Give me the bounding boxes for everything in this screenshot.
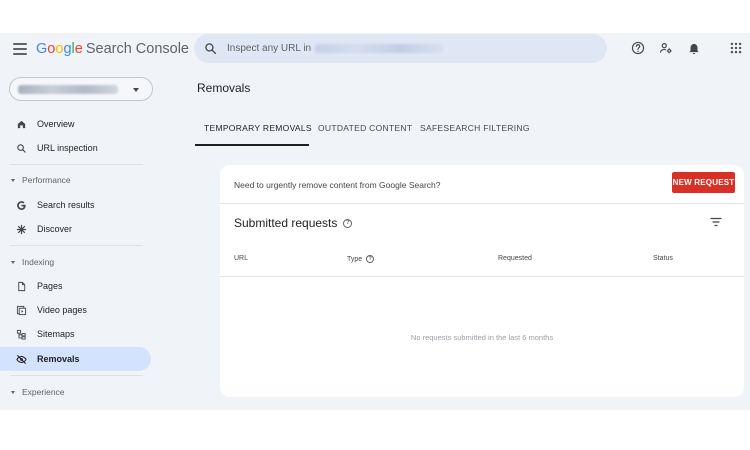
sidebar-item-label: Search results xyxy=(37,200,95,210)
sidebar-item-label: Discover xyxy=(37,224,73,234)
filter-icon[interactable] xyxy=(710,217,722,227)
page-title: Removals xyxy=(197,81,251,95)
asterisk-icon xyxy=(16,224,27,235)
sidebar-item-pages[interactable]: Pages xyxy=(0,274,151,298)
pages-icon xyxy=(16,281,27,292)
search-icon xyxy=(16,143,27,154)
sidebar-item-discover[interactable]: Discover xyxy=(0,217,151,241)
eye-off-icon xyxy=(16,354,27,365)
apps-grid-icon[interactable] xyxy=(729,41,743,55)
manage-users-icon[interactable] xyxy=(659,41,673,55)
section-label: Performance xyxy=(22,175,71,185)
tab-safesearch-filtering[interactable]: SAFESEARCH FILTERING xyxy=(420,123,530,133)
home-icon xyxy=(16,119,27,130)
sidebar-item-label: URL inspection xyxy=(37,143,98,153)
sitemap-icon xyxy=(16,329,27,340)
sidebar-item-label: Pages xyxy=(37,281,63,291)
new-request-button[interactable]: NEW REQUEST xyxy=(672,172,735,193)
sidebar-divider xyxy=(10,375,143,376)
column-label: Status xyxy=(653,255,673,262)
wordmark-letter: g xyxy=(63,41,72,57)
sidebar-item-overview[interactable]: Overview xyxy=(0,112,151,136)
dropdown-caret-icon xyxy=(133,88,139,92)
sidebar-item-label: Sitemaps xyxy=(37,329,75,339)
search-icon xyxy=(205,43,217,55)
redacted-property-name xyxy=(18,85,118,94)
sidebar-divider xyxy=(10,164,143,165)
column-label: Type xyxy=(347,255,363,263)
menu-icon[interactable] xyxy=(13,43,27,55)
tab-temporary-removals[interactable]: TEMPORARY REMOVALS xyxy=(204,123,312,133)
wordmark-letter: e xyxy=(74,41,83,57)
tab-outdated-content[interactable]: OUTDATED CONTENT xyxy=(318,123,412,133)
sidebar-item-label: Overview xyxy=(37,119,75,129)
search-placeholder: Inspect any URL in xyxy=(227,43,312,54)
wordmark-letter: G xyxy=(36,41,48,57)
sidebar-item-removals[interactable]: Removals xyxy=(0,347,151,371)
sidebar-item-search-results[interactable]: Search results xyxy=(0,193,151,217)
table-header-divider xyxy=(220,276,744,277)
removals-card: Need to urgently remove content from Goo… xyxy=(220,165,744,397)
app-frame: Google Search Console Inspect any URL in … xyxy=(0,33,750,410)
help-icon[interactable]: ? xyxy=(366,255,375,263)
help-icon[interactable] xyxy=(631,41,645,55)
sidebar-item-video-pages[interactable]: Video pages xyxy=(0,298,151,322)
url-inspection-search[interactable]: Inspect any URL in xyxy=(194,34,607,63)
video-pages-icon xyxy=(16,305,27,316)
help-icon[interactable]: ? xyxy=(343,218,353,228)
column-label: Requested xyxy=(498,255,532,262)
section-label: Experience xyxy=(22,387,65,397)
submitted-requests-heading: Submitted requests ? xyxy=(234,216,353,230)
section-indexing[interactable]: Indexing xyxy=(11,257,54,267)
product-name: Search Console xyxy=(85,41,189,57)
column-header-url[interactable]: URL xyxy=(234,255,248,262)
active-tab-indicator xyxy=(195,144,309,146)
section-experience[interactable]: Experience xyxy=(11,387,65,397)
search-console-logo[interactable]: Google Search Console xyxy=(36,41,189,57)
urgent-removal-notice: Need to urgently remove content from Goo… xyxy=(234,180,441,190)
property-selector[interactable] xyxy=(9,77,153,101)
subheading-text: Submitted requests xyxy=(234,216,338,230)
sidebar-item-sitemaps[interactable]: Sitemaps xyxy=(0,322,151,346)
section-performance[interactable]: Performance xyxy=(11,175,71,185)
notifications-icon[interactable] xyxy=(687,41,701,55)
sidebar-item-label: Video pages xyxy=(37,305,87,315)
card-divider xyxy=(220,203,744,204)
section-label: Indexing xyxy=(22,257,55,267)
collapse-caret-icon xyxy=(11,178,15,182)
collapse-caret-icon xyxy=(11,390,15,394)
column-label: URL xyxy=(234,255,249,262)
sidebar-item-url-inspection[interactable]: URL inspection xyxy=(0,136,151,160)
column-header-type[interactable]: Type? xyxy=(347,255,375,263)
google-g-icon xyxy=(16,200,27,211)
sidebar-item-label: Removals xyxy=(37,354,80,364)
redacted-property-url xyxy=(315,44,444,53)
google-wordmark: Google xyxy=(36,41,83,57)
sidebar-divider xyxy=(10,245,143,246)
column-header-status[interactable]: Status xyxy=(653,255,673,262)
empty-state-message: No requests submitted in the last 6 mont… xyxy=(410,333,554,342)
column-header-requested[interactable]: Requested xyxy=(498,255,532,262)
collapse-caret-icon xyxy=(11,260,15,264)
